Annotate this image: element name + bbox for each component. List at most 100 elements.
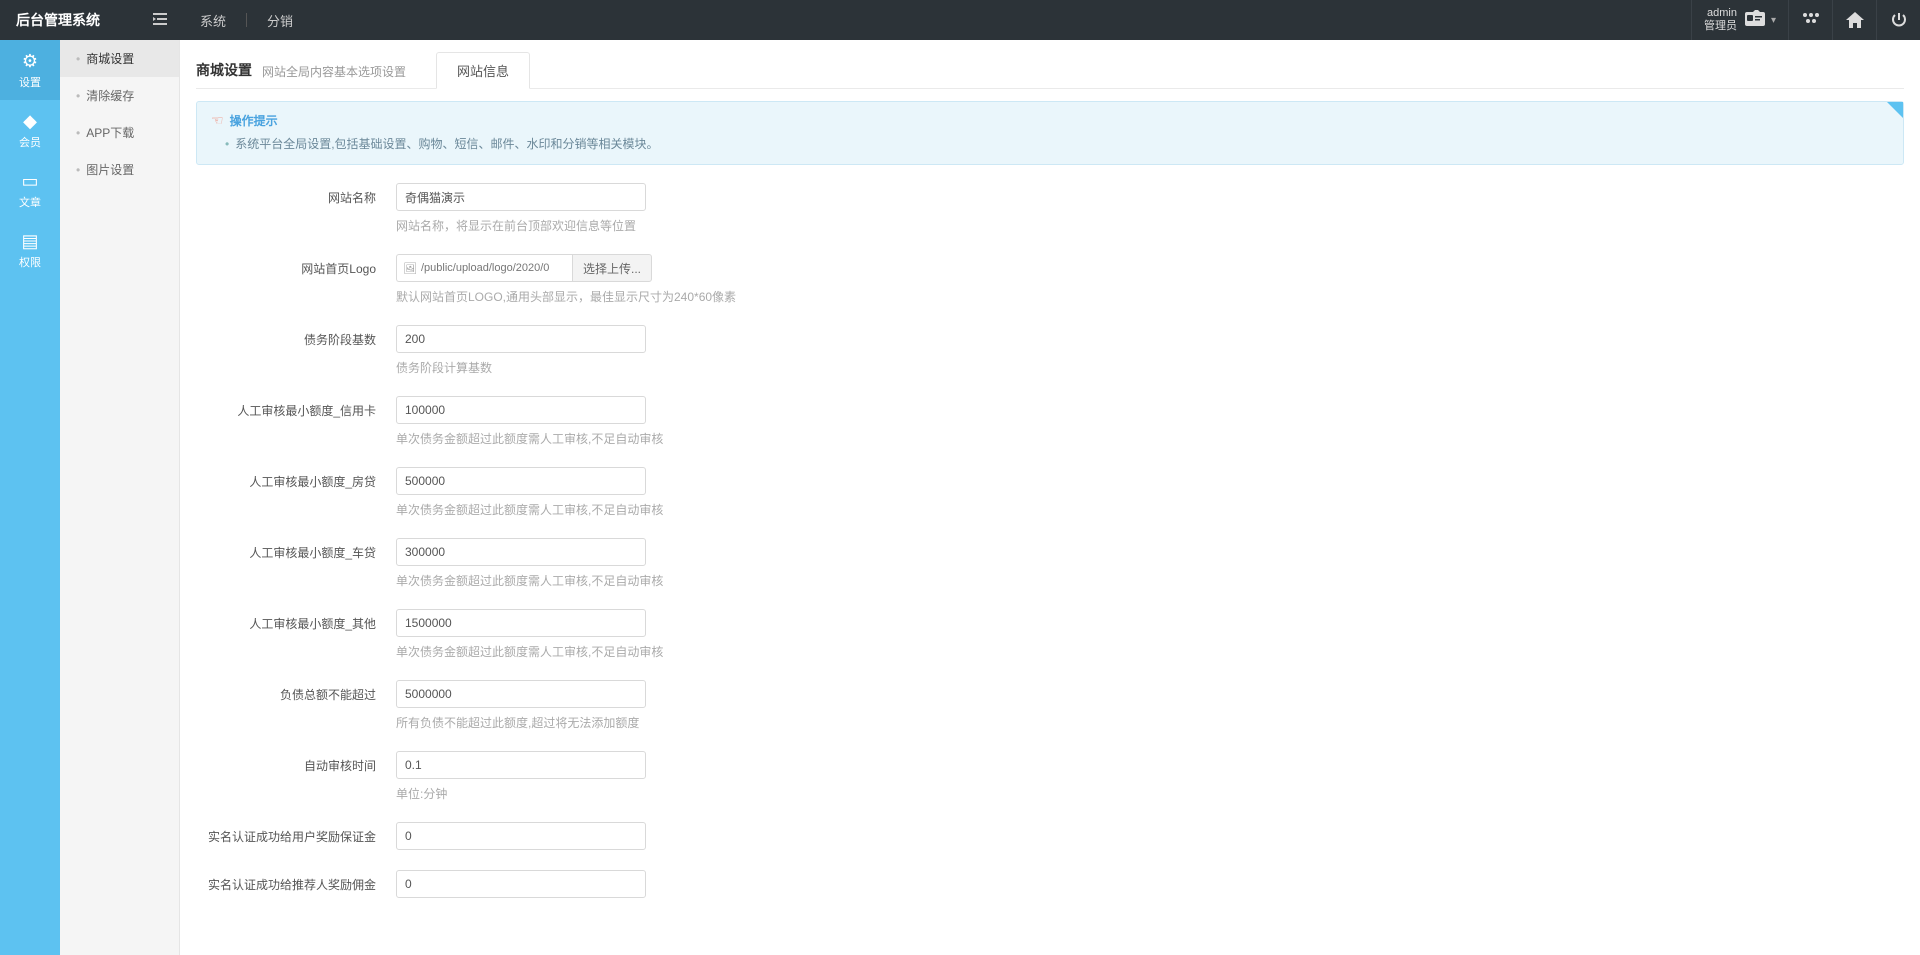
field-control: 所有负债不能超过此额度,超过将无法添加额度 xyxy=(396,680,1296,745)
sidebar-item-permission[interactable]: ▤ 权限 xyxy=(0,220,60,280)
field-hint: 单次债务金额超过此额度需人工审核,不足自动审核 xyxy=(396,643,1296,660)
field-hint: 单位:分钟 xyxy=(396,785,1296,802)
field-label: 人工审核最小额度_信用卡 xyxy=(196,396,396,419)
sidebar-item-settings[interactable]: ⚙ 设置 xyxy=(0,40,60,100)
top-icons xyxy=(1788,0,1920,40)
field-control: 单次债务金额超过此额度需人工审核,不足自动审核 xyxy=(396,467,1296,532)
form-row: 负债总额不能超过所有负债不能超过此额度,超过将无法添加额度 xyxy=(196,680,1904,745)
tip-title: 操作提示 xyxy=(230,112,278,129)
nav-distribution[interactable]: 分销 xyxy=(247,11,313,30)
logo-input-group: 🖼 /public/upload/logo/2020/0 选择上传... xyxy=(396,254,1296,282)
form-row: 人工审核最小额度_车贷单次债务金额超过此额度需人工审核,不足自动审核 xyxy=(196,538,1904,603)
field-hint: 所有负债不能超过此额度,超过将无法添加额度 xyxy=(396,714,1296,731)
field-hint: 单次债务金额超过此额度需人工审核,不足自动审核 xyxy=(396,430,1296,447)
user-text: admin 管理员 xyxy=(1704,7,1737,33)
top-nav: 系统 分销 xyxy=(180,11,313,30)
nav-system[interactable]: 系统 xyxy=(180,11,246,30)
form-row: 网站名称网站名称，将显示在前台顶部欢迎信息等位置 xyxy=(196,183,1904,248)
power-icon[interactable] xyxy=(1876,0,1920,40)
gear-icon: ⚙ xyxy=(22,51,38,72)
field-control: 单次债务金额超过此额度需人工审核,不足自动审核 xyxy=(396,538,1296,603)
page-header: 商城设置 网站全局内容基本选项设置 网站信息 xyxy=(196,52,1904,89)
form-row: 人工审核最小额度_信用卡单次债务金额超过此额度需人工审核,不足自动审核 xyxy=(196,396,1904,461)
user-block[interactable]: admin 管理员 ▾ xyxy=(1691,0,1788,40)
collapse-icon xyxy=(153,13,167,25)
subside-item-mall-settings[interactable]: 商城设置 xyxy=(60,40,179,77)
text-input[interactable] xyxy=(396,183,646,211)
sidebar-item-label: 会员 xyxy=(19,134,41,150)
field-hint: 网站名称，将显示在前台顶部欢迎信息等位置 xyxy=(396,217,1296,234)
field-control xyxy=(396,822,1296,864)
logo-path-display: 🖼 /public/upload/logo/2020/0 xyxy=(396,254,572,282)
sidebar-item-member[interactable]: ◆ 会员 xyxy=(0,100,60,160)
field-control: 单位:分钟 xyxy=(396,751,1296,816)
subside-item-image-settings[interactable]: 图片设置 xyxy=(60,151,179,188)
form-row: 人工审核最小额度_房贷单次债务金额超过此额度需人工审核,不足自动审核 xyxy=(196,467,1904,532)
text-input[interactable] xyxy=(396,609,646,637)
form-row: 人工审核最小额度_其他单次债务金额超过此额度需人工审核,不足自动审核 xyxy=(196,609,1904,674)
page-title: 商城设置 xyxy=(196,60,252,88)
sidebar-item-label: 权限 xyxy=(19,254,41,270)
field-control: 单次债务金额超过此额度需人工审核,不足自动审核 xyxy=(396,396,1296,461)
sidebar-item-label: 设置 xyxy=(19,74,41,90)
field-control: 单次债务金额超过此额度需人工审核,不足自动审核 xyxy=(396,609,1296,674)
field-label: 负债总额不能超过 xyxy=(196,680,396,703)
subside-item-clear-cache[interactable]: 清除缓存 xyxy=(60,77,179,114)
text-input[interactable] xyxy=(396,538,646,566)
settings-form: 网站名称网站名称，将显示在前台顶部欢迎信息等位置网站首页Logo 🖼 /public… xyxy=(196,183,1904,912)
field-hint: 默认网站首页LOGO,通用头部显示，最佳显示尺寸为240*60像素 xyxy=(396,288,1296,305)
text-input[interactable] xyxy=(396,396,646,424)
field-label: 实名认证成功给用户奖励保证金 xyxy=(196,822,396,845)
id-card-icon xyxy=(1745,10,1765,31)
field-label: 人工审核最小额度_房贷 xyxy=(196,467,396,490)
text-input[interactable] xyxy=(396,680,646,708)
hand-point-icon: ☜ xyxy=(211,112,224,129)
text-input[interactable] xyxy=(396,467,646,495)
form-row: 债务阶段基数债务阶段计算基数 xyxy=(196,325,1904,390)
field-hint: 单次债务金额超过此额度需人工审核,不足自动审核 xyxy=(396,572,1296,589)
tip-item: 系统平台全局设置,包括基础设置、购物、短信、邮件、水印和分销等相关模块。 xyxy=(211,135,1889,152)
field-control: 🖼 /public/upload/logo/2020/0 选择上传... 默认网站首页… xyxy=(396,254,1296,319)
field-label: 自动审核时间 xyxy=(196,751,396,774)
tip-bar: ☜ 操作提示 系统平台全局设置,包括基础设置、购物、短信、邮件、水印和分销等相关… xyxy=(196,101,1904,165)
sidebar-item-label: 文章 xyxy=(19,194,41,210)
text-input[interactable] xyxy=(396,870,646,898)
logo-path-text: /public/upload/logo/2020/0 xyxy=(421,262,549,274)
brand-title: 后台管理系统 xyxy=(0,10,140,30)
diamond-icon: ◆ xyxy=(23,111,37,132)
subside-item-app-download[interactable]: APP下载 xyxy=(60,114,179,151)
sub-sidebar: 商城设置 清除缓存 APP下载 图片设置 xyxy=(60,40,180,955)
field-hint: 单次债务金额超过此额度需人工审核,不足自动审核 xyxy=(396,501,1296,518)
upload-button[interactable]: 选择上传... xyxy=(572,254,652,282)
field-control: 网站名称，将显示在前台顶部欢迎信息等位置 xyxy=(396,183,1296,248)
text-input[interactable] xyxy=(396,325,646,353)
user-role: 管理员 xyxy=(1704,20,1737,33)
form-row: 实名认证成功给推荐人奖励佣金 xyxy=(196,870,1904,912)
apps-icon[interactable] xyxy=(1788,0,1832,40)
home-icon[interactable] xyxy=(1832,0,1876,40)
corner-fold-icon xyxy=(1887,102,1903,118)
field-control xyxy=(396,870,1296,912)
top-bar: 后台管理系统 系统 分销 admin 管理员 ▾ xyxy=(0,0,1920,40)
main-content: 商城设置 网站全局内容基本选项设置 网站信息 ☜ 操作提示 系统平台全局设置,包… xyxy=(180,40,1920,955)
menu-toggle-button[interactable] xyxy=(140,13,180,28)
text-input[interactable] xyxy=(396,822,646,850)
field-control: 债务阶段计算基数 xyxy=(396,325,1296,390)
field-label: 债务阶段基数 xyxy=(196,325,396,348)
field-label: 网站名称 xyxy=(196,183,396,206)
document-icon: ▤ xyxy=(21,231,38,252)
field-label: 实名认证成功给推荐人奖励佣金 xyxy=(196,870,396,893)
image-icon: 🖼 xyxy=(403,262,417,275)
left-sidebar: ⚙ 设置 ◆ 会员 ▭ 文章 ▤ 权限 xyxy=(0,40,60,955)
page-subtitle: 网站全局内容基本选项设置 xyxy=(262,63,406,88)
sidebar-item-article[interactable]: ▭ 文章 xyxy=(0,160,60,220)
field-label: 网站首页Logo xyxy=(196,254,396,277)
card-icon: ▭ xyxy=(21,171,38,192)
user-name: admin xyxy=(1704,7,1737,20)
field-label: 人工审核最小额度_车贷 xyxy=(196,538,396,561)
form-row: 实名认证成功给用户奖励保证金 xyxy=(196,822,1904,864)
field-label: 人工审核最小额度_其他 xyxy=(196,609,396,632)
tab-site-info[interactable]: 网站信息 xyxy=(436,52,530,89)
chevron-down-icon: ▾ xyxy=(1771,15,1776,26)
text-input[interactable] xyxy=(396,751,646,779)
